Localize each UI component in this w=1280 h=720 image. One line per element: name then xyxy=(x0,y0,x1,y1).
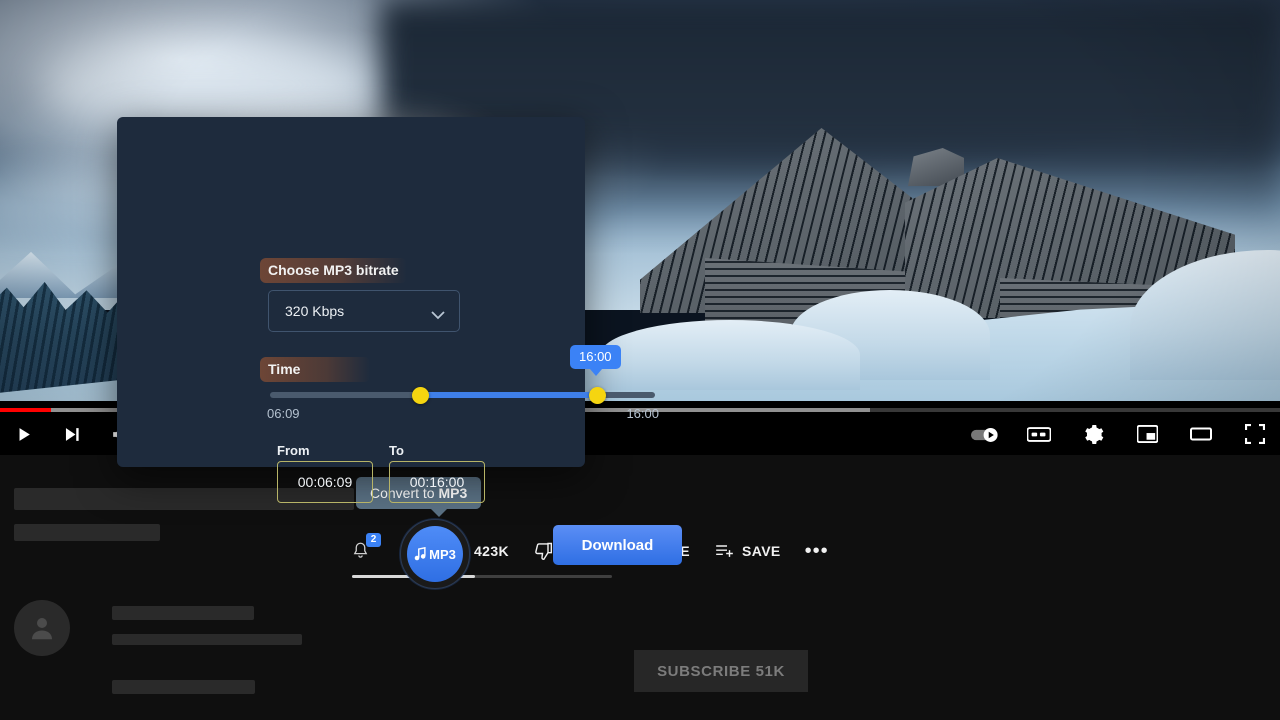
avatar[interactable] xyxy=(14,600,70,656)
bitrate-selected-value: 320 Kbps xyxy=(285,303,345,319)
miniplayer-button[interactable] xyxy=(1132,419,1162,449)
channel-skeleton-group xyxy=(112,600,302,694)
to-input[interactable]: 00:16:00 xyxy=(389,461,485,503)
channel-subs-placeholder xyxy=(112,634,302,645)
channel-name-placeholder xyxy=(112,606,254,620)
bitrate-select[interactable]: 320 Kbps xyxy=(268,290,460,332)
video-progress-played xyxy=(0,408,52,412)
from-value: 00:06:09 xyxy=(297,474,353,490)
from-input[interactable]: 00:06:09 xyxy=(277,461,373,503)
thumbs-down-icon xyxy=(535,542,553,561)
save-playlist-icon xyxy=(716,545,733,557)
more-actions-button[interactable]: ••• xyxy=(805,541,829,561)
slider-handle-from[interactable] xyxy=(411,387,429,404)
slider-selected-range xyxy=(420,392,598,398)
from-label: From xyxy=(277,443,310,458)
player-controls-right xyxy=(970,419,1270,449)
notifications-bell-button[interactable]: 2 xyxy=(352,533,381,560)
closed-captions-button[interactable] xyxy=(1024,419,1054,449)
to-value: 00:16:00 xyxy=(409,474,465,490)
time-range-slider[interactable] xyxy=(270,387,655,405)
player-controls-left xyxy=(8,419,134,449)
autoplay-toggle[interactable] xyxy=(970,419,1000,449)
save-label: SAVE xyxy=(741,543,781,559)
video-views-placeholder xyxy=(14,524,160,541)
description-placeholder xyxy=(112,680,255,694)
mp3-button-label: MP3 xyxy=(429,546,456,562)
music-note-icon xyxy=(414,547,426,561)
play-button[interactable] xyxy=(8,419,38,449)
next-track-button[interactable] xyxy=(56,419,86,449)
like-count: 423K xyxy=(474,543,510,559)
gear-icon[interactable] xyxy=(1078,419,1108,449)
channel-info-row xyxy=(14,600,302,694)
youtube-page: SUBSCRIBE 51K 2 423K 53K xyxy=(0,0,1280,720)
slider-value-tooltip: 16:00 xyxy=(570,345,621,376)
download-button[interactable]: Download xyxy=(553,525,682,565)
mp3-button-inner: MP3 xyxy=(407,526,463,582)
subscribe-button[interactable]: SUBSCRIBE 51K xyxy=(634,650,808,692)
bitrate-label: Choose MP3 bitrate xyxy=(260,258,407,283)
slider-handle-to[interactable] xyxy=(588,387,606,404)
theater-mode-button[interactable] xyxy=(1186,419,1216,449)
slider-min-label: 06:09 xyxy=(267,406,300,421)
slider-max-label: 16:00 xyxy=(626,406,659,421)
to-label: To xyxy=(389,443,404,458)
save-button[interactable]: SAVE xyxy=(714,541,781,561)
chevron-down-icon xyxy=(431,307,445,319)
mp3-conversion-panel: Choose MP3 bitrate 320 Kbps Time 16:00 0… xyxy=(117,117,682,565)
time-label: Time xyxy=(260,357,370,382)
fullscreen-button[interactable] xyxy=(1240,419,1270,449)
convert-to-mp3-button[interactable]: MP3 xyxy=(400,519,470,589)
slider-end-labels: 06:09 16:00 xyxy=(267,406,659,421)
notification-badge: 2 xyxy=(366,533,381,547)
